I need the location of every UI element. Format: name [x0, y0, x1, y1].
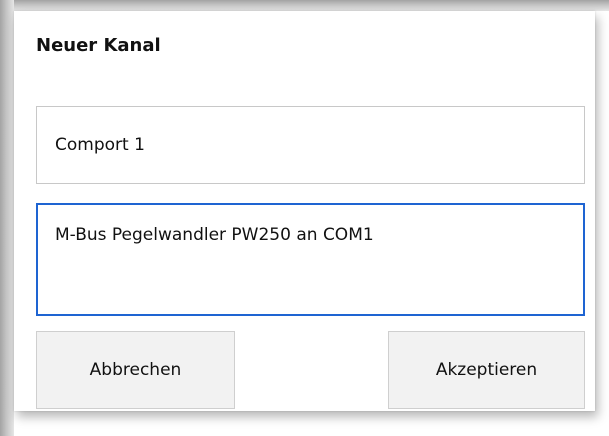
channel-description-input[interactable]: M-Bus Pegelwandler PW250 an COM1: [36, 203, 585, 316]
screenshot-stage: Neuer Kanal M-Bus Pegelwandler PW250 an …: [0, 0, 609, 436]
cancel-button[interactable]: Abbrechen: [36, 331, 235, 409]
new-channel-dialog: Neuer Kanal M-Bus Pegelwandler PW250 an …: [14, 11, 595, 411]
window-frame-left: [0, 0, 14, 436]
dialog-title: Neuer Kanal: [36, 35, 161, 56]
accept-button[interactable]: Akzeptieren: [388, 331, 585, 409]
channel-name-input[interactable]: [36, 106, 585, 184]
window-frame-top: [0, 0, 609, 11]
